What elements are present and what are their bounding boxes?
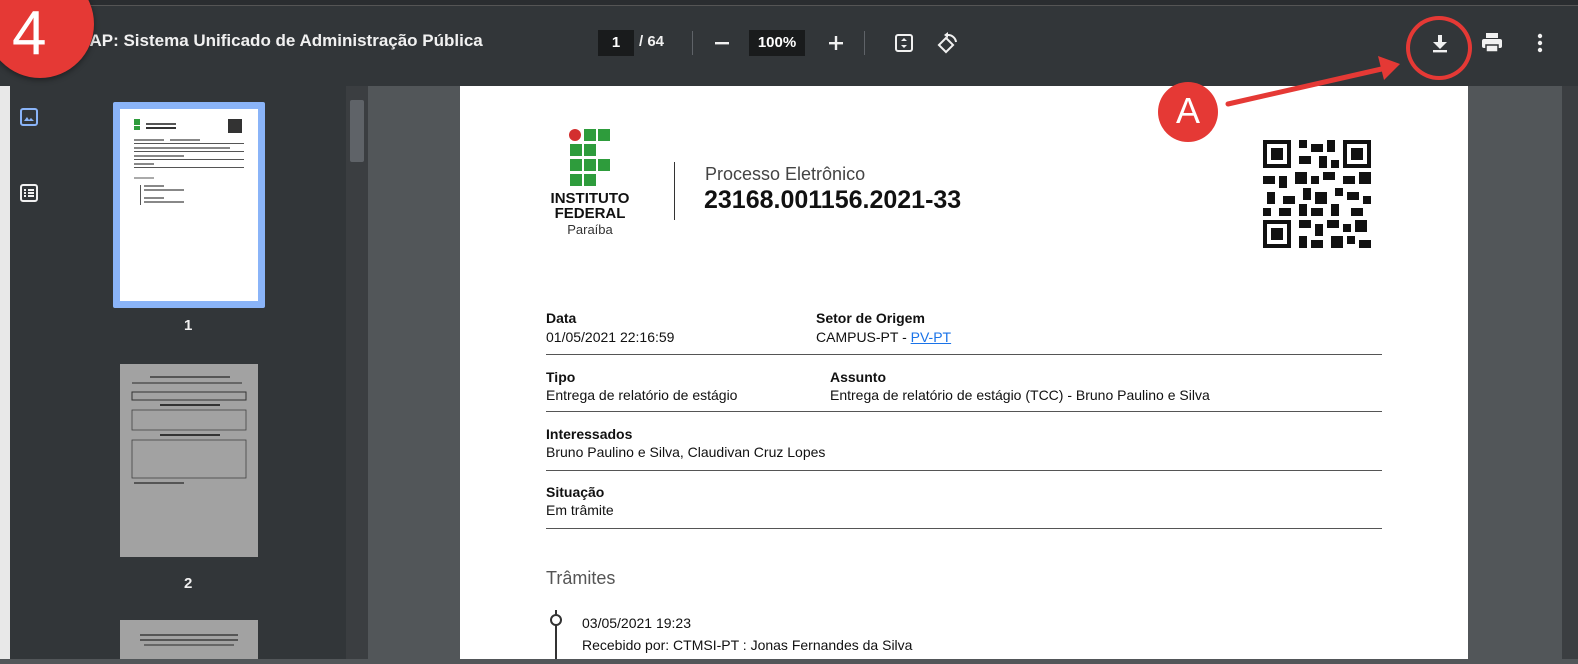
thumbnail-preview xyxy=(140,634,238,646)
thumbnail-label: 1 xyxy=(184,317,193,334)
step-number: 4 xyxy=(12,0,47,68)
thumbnail-sidebar: 1 2 xyxy=(0,86,368,659)
field-value: 01/05/2021 22:16:59 xyxy=(546,329,675,345)
divider xyxy=(546,411,1382,412)
document-title: JAP: Sistema Unificado de Administração … xyxy=(80,31,483,50)
page-thumbnail-3[interactable] xyxy=(120,620,258,659)
field-label: Situação xyxy=(546,484,605,500)
zoom-out-icon xyxy=(715,42,729,45)
fit-page-button[interactable] xyxy=(890,29,918,57)
zoom-in-button[interactable] xyxy=(822,31,850,55)
page-thumbnail-2[interactable] xyxy=(120,364,258,557)
field-value: Entrega de relatório de estágio xyxy=(546,387,738,403)
annotation-marker-a: A xyxy=(1158,82,1218,142)
pdf-page: INSTITUTO FEDERAL Paraíba Processo Eletr… xyxy=(460,86,1468,659)
timeline-node-icon xyxy=(550,610,562,659)
field-label: Interessados xyxy=(546,426,633,442)
thumbnail-preview xyxy=(131,376,247,484)
field-value: Entrega de relatório de estágio (TCC) - … xyxy=(830,387,1210,403)
tramite-detail: Recebido por: CTMSI-PT : Jonas Fernandes… xyxy=(582,637,913,653)
highlight-circle xyxy=(1406,16,1472,80)
thumbnail-preview xyxy=(134,119,244,205)
toolbar-divider xyxy=(692,31,693,55)
setor-prefix: CAMPUS-PT - xyxy=(816,329,911,345)
thumbnail-label: 2 xyxy=(184,575,193,592)
field-value: CAMPUS-PT - PV-PT xyxy=(816,329,951,345)
field-value: Bruno Paulino e Silva, Claudivan Cruz Lo… xyxy=(546,444,826,460)
thumbnails-view-button[interactable] xyxy=(18,106,40,128)
setor-link[interactable]: PV-PT xyxy=(911,329,951,345)
tramite-date: 03/05/2021 19:23 xyxy=(582,615,691,631)
annotation-arrow-icon xyxy=(1225,56,1400,107)
ifpb-logo-icon xyxy=(569,129,610,186)
field-value: Em trâmite xyxy=(546,502,614,518)
zoom-in-icon xyxy=(829,36,843,50)
zoom-level-input[interactable]: 100% xyxy=(749,30,805,56)
toolbar-divider xyxy=(864,31,865,55)
qr-code-icon xyxy=(1263,140,1371,248)
more-icon xyxy=(1537,33,1543,53)
rotate-icon xyxy=(937,32,957,54)
field-label: Assunto xyxy=(830,369,886,385)
zoom-out-button[interactable] xyxy=(708,31,736,55)
fit-page-icon xyxy=(895,34,913,52)
header-label: Processo Eletrônico xyxy=(705,164,866,184)
page-number-input[interactable]: 1 xyxy=(598,30,634,56)
divider xyxy=(546,354,1382,355)
print-icon xyxy=(1482,33,1502,53)
field-label: Setor de Origem xyxy=(816,310,925,326)
list-icon xyxy=(20,184,38,202)
divider xyxy=(546,470,1382,471)
logo-text: FEDERAL xyxy=(554,205,626,222)
outline-view-button[interactable] xyxy=(18,182,40,204)
logo-text: Paraíba xyxy=(567,222,613,237)
logo-divider xyxy=(674,162,675,220)
sidebar-scrollbar[interactable] xyxy=(346,86,368,659)
window-edge xyxy=(0,0,1578,6)
print-button[interactable] xyxy=(1477,28,1507,58)
main-scrollbar[interactable] xyxy=(1562,86,1578,659)
image-icon xyxy=(20,108,38,126)
process-number: 23168.001156.2021-33 xyxy=(704,186,962,214)
window-edge xyxy=(0,86,10,659)
more-options-button[interactable] xyxy=(1528,28,1552,58)
section-title: Trâmites xyxy=(546,568,616,588)
rotate-button[interactable] xyxy=(934,29,962,57)
page-thumbnail-1[interactable] xyxy=(120,109,258,301)
logo-text: INSTITUTO xyxy=(550,190,630,207)
field-label: Data xyxy=(546,310,577,326)
page-total: / 64 xyxy=(639,33,665,50)
divider xyxy=(546,528,1382,529)
field-label: Tipo xyxy=(546,369,576,385)
sidebar-scrollbar-thumb[interactable] xyxy=(350,100,364,162)
